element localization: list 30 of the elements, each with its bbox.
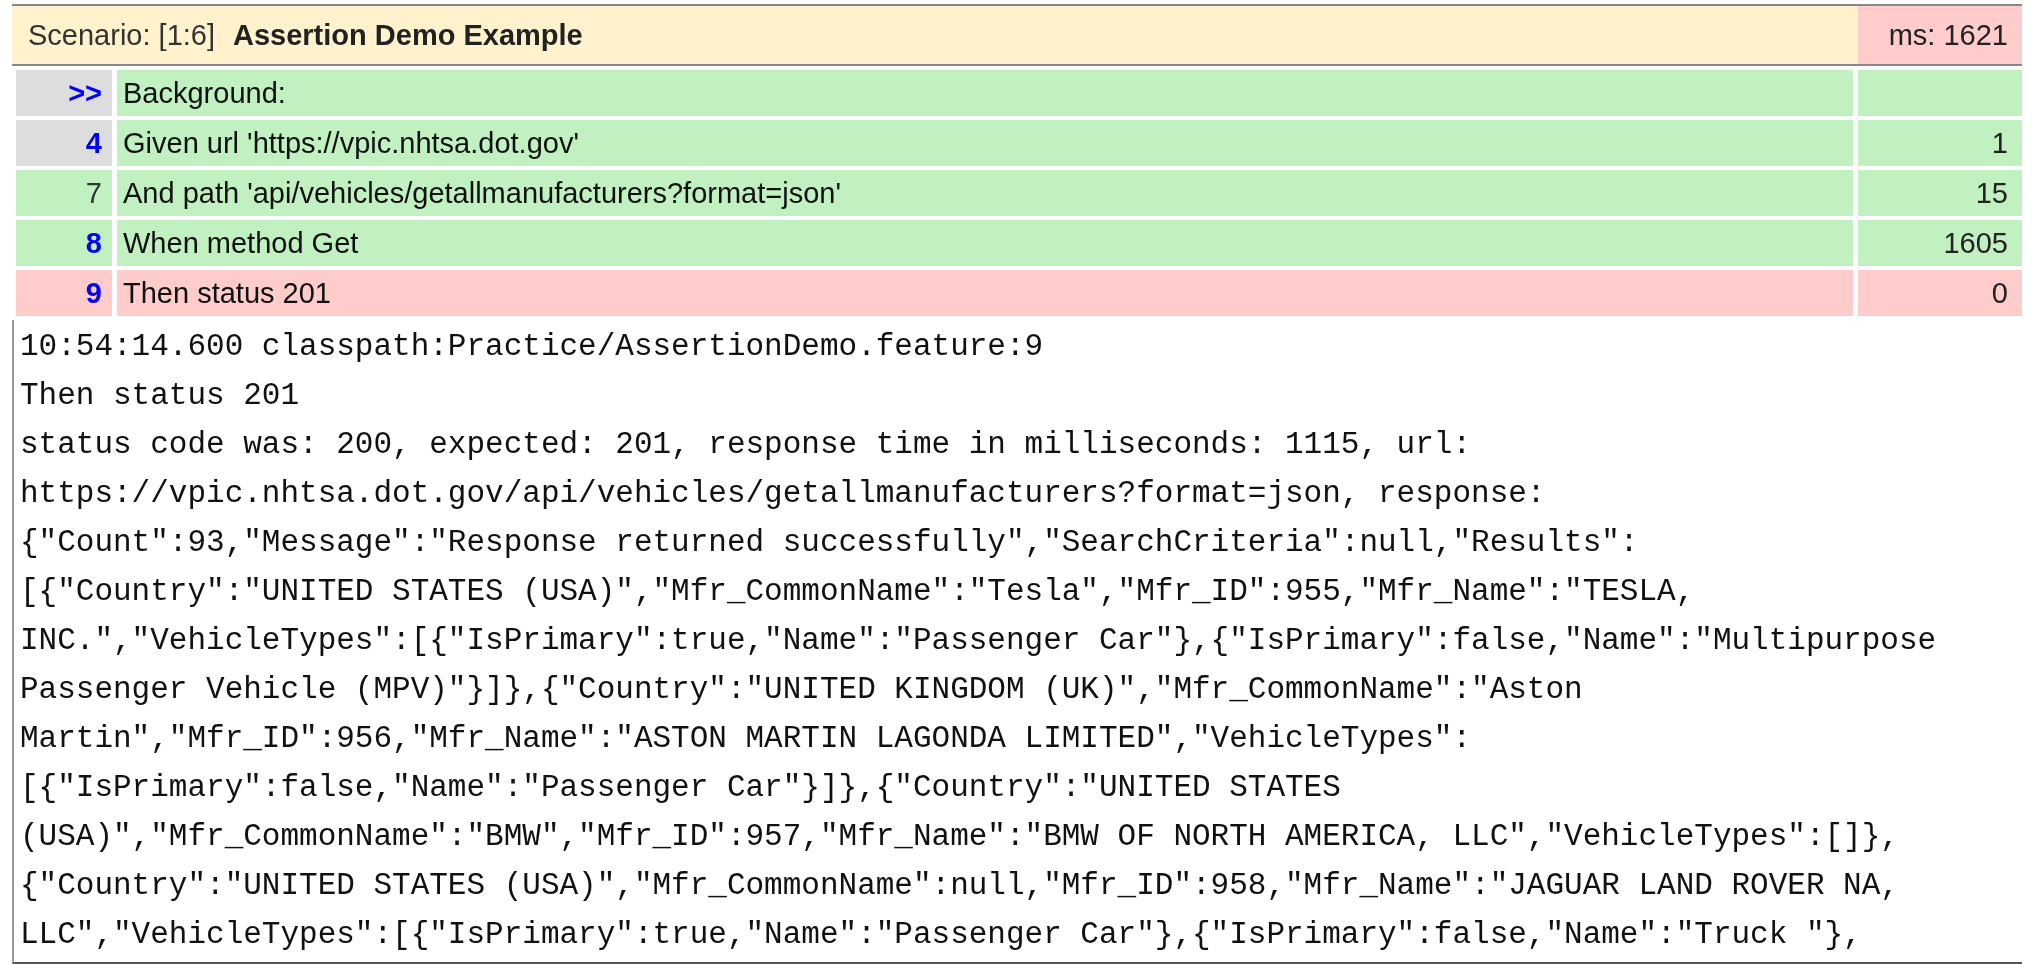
log-line: [{"Country":"UNITED STATES (USA)","Mfr_CommonName":"Tesla","Mfr_ID":955,"Mfr_Name":"TESLA, bbox=[20, 573, 1695, 611]
scenario-title: Assertion Demo Example bbox=[233, 18, 583, 52]
step-text: And path 'api/vehicles/getallmanufacturers?format=json' bbox=[117, 170, 1853, 216]
step-text: Given url 'https://vpic.nhtsa.dot.gov' bbox=[117, 120, 1853, 166]
log-line: {"Count":93,"Message":"Response returned successfully","SearchCriteria":null,"Results": bbox=[20, 524, 1639, 562]
log-line: (USA)","Mfr_CommonName":"BMW","Mfr_ID":957,"Mfr_Name":"BMW OF NORTH AMERICA, LLC","VehicleTypes":[]}, bbox=[20, 818, 1899, 856]
step-duration: 0 bbox=[1858, 270, 2022, 316]
log-line: LLC","VehicleTypes":[{"IsPrimary":true,"Name":"Passenger Car"},{"IsPrimary":false,"Name":"Truck "}, bbox=[20, 916, 1862, 954]
log-line: Martin","Mfr_ID":956,"Mfr_Name":"ASTON MARTIN LAGONDA LIMITED","VehicleTypes": bbox=[20, 720, 1472, 758]
log-line: 10:54:14.600 classpath:Practice/AssertionDemo.feature:9 bbox=[20, 328, 1044, 366]
log-line: [{"IsPrimary":false,"Name":"Passenger Car"}]},{"Country":"UNITED STATES bbox=[20, 769, 1341, 807]
log-line: Passenger Vehicle (MPV)"}]},{"Country":"UNITED KINGDOM (UK)","Mfr_CommonName":"Aston bbox=[20, 671, 1583, 709]
step-duration: 1 bbox=[1858, 120, 2022, 166]
step-duration: 1605 bbox=[1858, 220, 2022, 266]
log-line: https://vpic.nhtsa.dot.gov/api/vehicles/getallmanufacturers?format=json, response: bbox=[20, 475, 1546, 513]
line-number[interactable]: 8 bbox=[16, 220, 112, 266]
step-text: When method Get bbox=[117, 220, 1853, 266]
scenario-duration: ms: 1621 bbox=[1858, 6, 2022, 64]
line-number[interactable]: 4 bbox=[16, 120, 112, 166]
scenario-label: Scenario: [1:6] bbox=[28, 18, 215, 52]
step-duration: 15 bbox=[1858, 170, 2022, 216]
log-line: INC.","VehicleTypes":[{"IsPrimary":true,"Name":"Passenger Car"},{"IsPrimary":false,"Name":"Multipurpose bbox=[20, 622, 1937, 660]
line-number[interactable]: >> bbox=[16, 70, 112, 116]
line-number[interactable]: 9 bbox=[16, 270, 112, 316]
line-number: 7 bbox=[16, 170, 112, 216]
step-text: Then status 201 bbox=[117, 270, 1853, 316]
log-line: {"Country":"UNITED STATES (USA)","Mfr_CommonName":null,"Mfr_ID":958,"Mfr_Name":"JAGUAR LAND ROVER NA, bbox=[20, 867, 1899, 905]
log-line: status code was: 200, expected: 201, response time in milliseconds: 1115, url: bbox=[20, 426, 1472, 464]
step-text: Background: bbox=[117, 70, 1853, 116]
log-line: Then status 201 bbox=[20, 377, 300, 415]
